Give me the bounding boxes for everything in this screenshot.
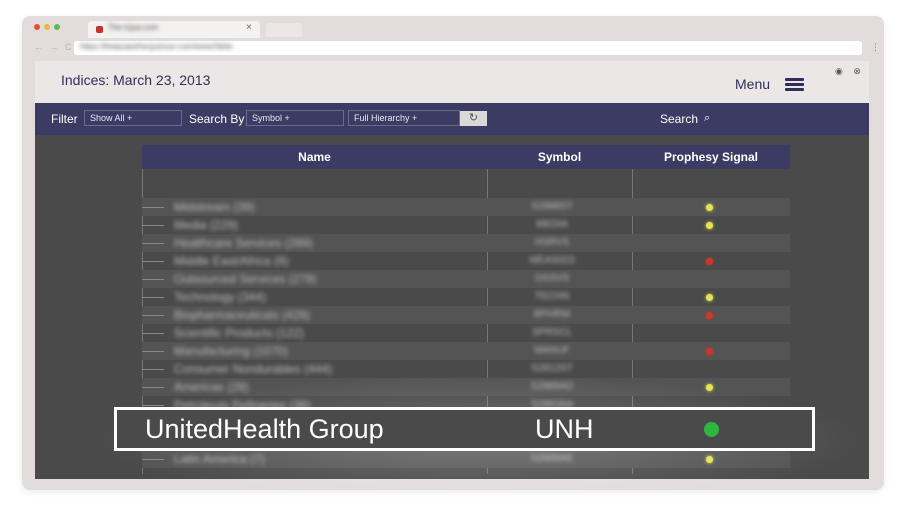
signal-dot <box>706 294 713 301</box>
new-tab-button[interactable] <box>266 23 302 37</box>
tree-connector <box>142 315 164 316</box>
table-row[interactable]: Americas (28) S2888AD <box>142 378 790 396</box>
browser-toolbar: ← → C https://theipuaisthecjuiziusr.com/… <box>22 38 884 58</box>
row-symbol: S2888AE <box>530 453 574 464</box>
table-row[interactable]: Biopharmaceuticals (428) BPHRM <box>142 306 790 324</box>
window-controls-icon[interactable]: ◉ ⊗ <box>835 66 865 77</box>
row-symbol: S2888ST <box>531 201 573 212</box>
table-row[interactable]: Healthcare Services (289) HSRVS <box>142 234 790 252</box>
tree-connector <box>142 243 164 244</box>
signal-dot <box>706 384 713 391</box>
hierarchy-select[interactable]: Full Hierarchy + <box>348 110 460 126</box>
search-icon[interactable]: ⌕ <box>704 112 710 125</box>
tree-connector <box>142 261 164 262</box>
row-name: Middle East/Africa (9) <box>174 254 289 268</box>
tab-close-icon[interactable]: × <box>246 22 252 33</box>
row-name: Technology (344) <box>174 290 267 304</box>
signal-dot <box>706 312 713 319</box>
tree-connector <box>142 387 164 388</box>
search-by-label: Search By <box>189 112 245 126</box>
row-name: Outsourced Services (279) <box>174 272 317 286</box>
page-title: Indices: March 23, 2013 <box>61 72 211 88</box>
row-symbol: OSSVS <box>534 273 570 284</box>
address-bar[interactable]: https://theipuaisthecjuiziusr.com/www/3d… <box>74 41 862 55</box>
nav-buttons-icon[interactable]: ← → C <box>34 42 74 52</box>
row-name: Consumer Nondurables (444) <box>174 362 333 376</box>
filter-select[interactable]: Show All + <box>84 110 182 126</box>
highlighted-signal-dot <box>704 422 719 437</box>
table-row[interactable]: Consumer Nondurables (444) S2812ST <box>142 360 790 378</box>
tree-connector <box>142 405 164 406</box>
tree-connector <box>142 279 164 280</box>
signal-dot <box>706 204 713 211</box>
table-row[interactable]: Technology (344) TECHN <box>142 288 790 306</box>
window-close-dot[interactable] <box>34 24 40 30</box>
browser-menu-icon[interactable]: ⋮ <box>871 42 880 53</box>
tree-connector <box>142 369 164 370</box>
menu-button[interactable]: Menu <box>735 76 770 92</box>
table-row[interactable]: Manufacturing (1070) MANUF <box>142 342 790 360</box>
row-symbol: S2888AD <box>530 381 574 392</box>
column-header-name[interactable]: Name <box>142 150 487 164</box>
table-row[interactable]: Media (229) MEDIA <box>142 216 790 234</box>
row-symbol: BPHRM <box>533 309 571 320</box>
tree-connector <box>142 333 164 334</box>
tree-connector <box>142 225 164 226</box>
signal-dot <box>706 258 713 265</box>
filter-bar: Filter Show All + Search By Symbol + Ful… <box>35 103 869 135</box>
tree-connector <box>142 207 164 208</box>
column-header-symbol[interactable]: Symbol <box>487 150 632 164</box>
row-name: Media (229) <box>174 218 239 232</box>
highlighted-symbol: UNH <box>535 414 594 444</box>
favicon-icon <box>96 26 103 33</box>
table-row[interactable]: Middle East/Africa (9) MEAS023 <box>142 252 790 270</box>
table-row[interactable]: Scientific Products (122) SPRSCL <box>142 324 790 342</box>
search-button[interactable]: Search <box>660 112 698 126</box>
row-name: Healthcare Services (289) <box>174 236 313 250</box>
column-header-signal[interactable]: Prophesy Signal <box>632 150 790 164</box>
highlighted-name: UnitedHealth Group <box>145 414 384 444</box>
row-name: Scientific Products (122) <box>174 326 305 340</box>
browser-tab[interactable]: The Icjua.com × <box>88 21 260 38</box>
highlighted-row[interactable]: UnitedHealth Group UNH <box>114 407 815 451</box>
row-symbol: MEDIA <box>536 219 568 230</box>
table-row[interactable]: Midstream (39) S2888ST <box>142 198 790 216</box>
signal-dot <box>706 456 713 463</box>
tab-title: The Icjua.com <box>108 23 159 32</box>
row-name: Manufacturing (1070) <box>174 344 289 358</box>
row-name: Latin America (7) <box>174 452 265 466</box>
tree-connector <box>142 459 164 460</box>
row-symbol: S2812ST <box>531 363 573 374</box>
tree-connector <box>142 351 164 352</box>
row-name: Midstream (39) <box>174 200 255 214</box>
window-maximize-dot[interactable] <box>54 24 60 30</box>
tree-connector <box>142 297 164 298</box>
table-row[interactable]: Latin America (7) S2888AE <box>142 450 790 468</box>
row-symbol: HSRVS <box>534 237 570 248</box>
app-header: Indices: March 23, 2013 Menu ◉ ⊗ <box>35 61 869 103</box>
row-symbol: MANUF <box>534 345 570 356</box>
url-text: https://theipuaisthecjuiziusr.com/www/3d… <box>80 42 233 51</box>
refresh-icon[interactable]: ↻ <box>460 111 487 126</box>
row-symbol: TECHN <box>534 291 570 302</box>
search-by-select[interactable]: Symbol + <box>246 110 344 126</box>
signal-dot <box>706 222 713 229</box>
filter-label: Filter <box>51 112 78 126</box>
row-symbol: SPRSCL <box>531 327 572 338</box>
window-minimize-dot[interactable] <box>44 24 50 30</box>
row-name: Americas (28) <box>174 380 249 394</box>
table-row[interactable]: Outsourced Services (279) OSSVS <box>142 270 790 288</box>
hamburger-icon[interactable] <box>785 78 804 91</box>
signal-dot <box>706 348 713 355</box>
table-header: Name Symbol Prophesy Signal <box>142 145 790 169</box>
tab-strip: The Icjua.com × <box>22 16 884 38</box>
row-symbol: MEAS023 <box>529 255 575 266</box>
row-name: Biopharmaceuticals (428) <box>174 308 311 322</box>
